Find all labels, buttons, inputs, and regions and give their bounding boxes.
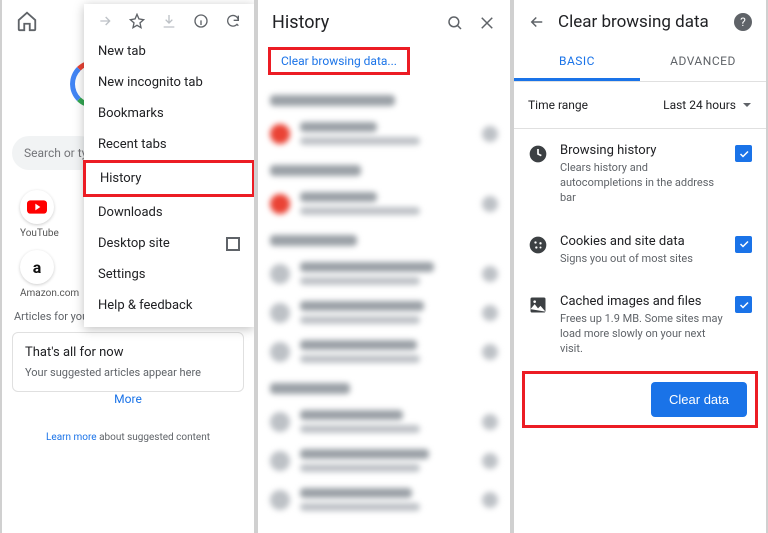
clear-browsing-data-link[interactable]: Clear browsing data...	[268, 47, 410, 75]
panel-clear-browsing-data: Clear browsing data ? BASIC ADVANCED Tim…	[512, 0, 768, 533]
chevron-down-icon	[742, 100, 752, 110]
menu-toolbar	[84, 4, 254, 36]
card-title: That's all for now	[25, 345, 231, 360]
shortcut-youtube[interactable]: YouTube	[20, 190, 59, 239]
articles-for-you-label: Articles for you	[14, 310, 88, 323]
refresh-icon[interactable]	[224, 12, 242, 30]
shortcut-amazon[interactable]: a Amazon.com	[20, 250, 79, 299]
back-icon[interactable]	[528, 13, 546, 31]
page-title: Clear browsing data	[558, 12, 722, 32]
clear-data-button[interactable]: Clear data	[651, 382, 747, 417]
learn-more-link[interactable]: Learn more	[46, 432, 97, 443]
history-header: History	[258, 0, 510, 45]
image-icon	[528, 295, 548, 315]
overflow-menu: New tab New incognito tab Bookmarks Rece…	[84, 4, 254, 327]
search-icon[interactable]	[446, 14, 464, 32]
panel-chrome-home: Search or ty YouTube a Amazon.com Articl…	[0, 0, 256, 533]
menu-item-bookmarks[interactable]: Bookmarks	[84, 98, 254, 129]
checkbox-checked-icon[interactable]	[735, 145, 752, 162]
time-range-selector[interactable]: Time range Last 24 hours	[514, 82, 766, 128]
menu-item-new-tab[interactable]: New tab	[84, 36, 254, 67]
menu-item-recent-tabs[interactable]: Recent tabs	[84, 129, 254, 160]
menu-item-downloads[interactable]: Downloads	[84, 197, 254, 228]
card-subtitle: Your suggested articles appear here	[25, 366, 231, 379]
option-cookies[interactable]: Cookies and site dataSigns you out of mo…	[528, 220, 752, 281]
download-icon	[160, 12, 178, 30]
amazon-icon: a	[20, 250, 54, 284]
menu-item-history[interactable]: History	[83, 160, 255, 197]
time-range-label: Time range	[528, 98, 588, 112]
forward-icon	[96, 12, 114, 30]
checkbox-icon[interactable]	[226, 237, 240, 251]
clear-options: Browsing historyClears history and autoc…	[514, 129, 766, 371]
tab-basic[interactable]: BASIC	[514, 44, 640, 81]
cookie-icon	[528, 235, 548, 255]
tabs: BASIC ADVANCED	[514, 44, 766, 81]
menu-item-help[interactable]: Help & feedback	[84, 290, 254, 321]
history-list-blurred	[258, 95, 510, 519]
option-cached-images[interactable]: Cached images and filesFrees up 1.9 MB. …	[528, 280, 752, 371]
menu-item-settings[interactable]: Settings	[84, 259, 254, 290]
page-title: History	[272, 12, 329, 33]
tab-advanced[interactable]: ADVANCED	[640, 44, 766, 81]
shortcut-label: Amazon.com	[20, 288, 79, 299]
option-browsing-history[interactable]: Browsing historyClears history and autoc…	[528, 129, 752, 220]
star-icon[interactable]	[128, 12, 146, 30]
youtube-icon	[20, 190, 54, 224]
checkbox-checked-icon[interactable]	[735, 296, 752, 313]
more-link[interactable]: More	[2, 392, 254, 406]
footer-highlight: Clear data	[522, 371, 758, 428]
articles-empty-card: That's all for now Your suggested articl…	[12, 332, 244, 392]
help-icon[interactable]: ?	[734, 13, 752, 31]
checkbox-checked-icon[interactable]	[735, 236, 752, 253]
menu-item-desktop-site[interactable]: Desktop site	[84, 228, 254, 259]
menu-item-new-incognito[interactable]: New incognito tab	[84, 67, 254, 98]
shortcut-label: YouTube	[20, 228, 59, 239]
learn-more-text: Learn more about suggested content	[2, 432, 254, 443]
info-icon[interactable]	[192, 12, 210, 30]
panel-history: History Clear browsing data...	[256, 0, 512, 533]
home-icon[interactable]	[16, 10, 38, 32]
clock-icon	[528, 144, 548, 164]
close-icon[interactable]	[478, 14, 496, 32]
time-range-value: Last 24 hours	[663, 98, 736, 112]
clear-header: Clear browsing data ?	[514, 0, 766, 44]
